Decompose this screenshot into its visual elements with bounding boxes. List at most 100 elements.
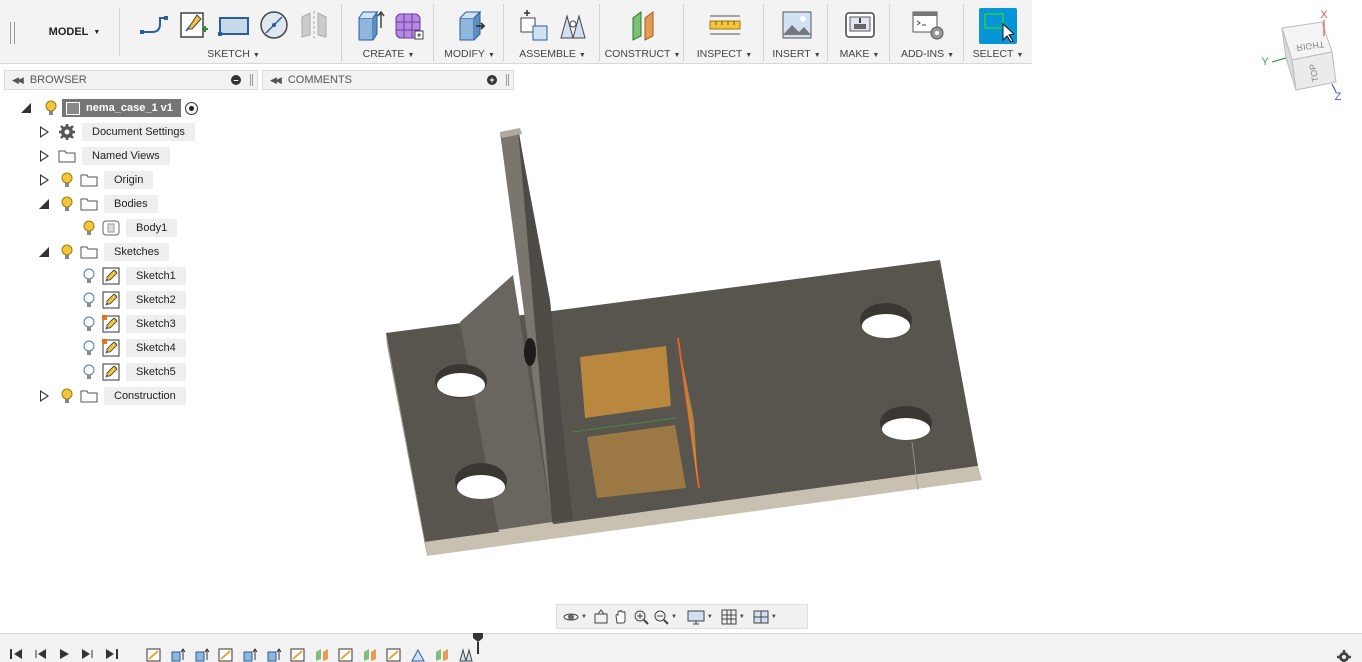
insert-menu[interactable]: INSERT ▼ xyxy=(766,48,827,60)
browser-header[interactable]: ◀◀ BROWSER – xyxy=(4,70,258,90)
construct-menu[interactable]: CONSTRUCT ▼ xyxy=(602,48,683,60)
play-icon[interactable] xyxy=(58,648,70,660)
scripts-icon[interactable] xyxy=(911,8,945,42)
timeline-marker-icon[interactable] xyxy=(472,632,484,654)
grid-icon[interactable]: ▼ xyxy=(721,608,745,626)
orbit-icon[interactable]: ▼ xyxy=(563,608,587,626)
lightbulb-on-icon[interactable] xyxy=(42,99,60,117)
lightbulb-off-icon[interactable] xyxy=(80,363,98,381)
timeline-extrude-icon[interactable] xyxy=(242,648,258,662)
sketch-menu[interactable]: SKETCH ▼ xyxy=(126,48,341,60)
tree-item-document-settings[interactable]: Document Settings xyxy=(38,122,195,142)
sketch-profile-2[interactable] xyxy=(587,425,686,498)
minimize-icon[interactable]: – xyxy=(231,75,241,85)
view-cube[interactable]: RIGHT TOP X Y Z xyxy=(1252,6,1352,106)
make-menu[interactable]: MAKE ▼ xyxy=(830,48,889,60)
line-icon[interactable] xyxy=(137,8,171,42)
timeline-extrude-icon[interactable] xyxy=(266,648,282,662)
sketch-profile-1[interactable] xyxy=(580,346,671,418)
tree-item-origin[interactable]: Origin xyxy=(38,170,154,190)
comments-header[interactable]: ◀◀ COMMENTS + xyxy=(262,70,514,90)
tree-item-bodies[interactable]: Bodies xyxy=(38,194,158,214)
offset-plane-icon[interactable] xyxy=(626,8,660,42)
tree-item-sketch3[interactable]: Sketch3 xyxy=(76,314,186,334)
step-back-icon[interactable] xyxy=(34,648,48,660)
collapse-icon[interactable]: ◀◀ xyxy=(270,75,282,86)
activate-radio[interactable] xyxy=(184,101,198,115)
panel-grip[interactable] xyxy=(250,74,253,86)
timeline-extrude-icon[interactable] xyxy=(194,648,210,662)
rectangle-icon[interactable] xyxy=(217,8,251,42)
lightbulb-off-icon[interactable] xyxy=(80,315,98,333)
workspace-switcher[interactable]: MODEL ▼ xyxy=(30,8,120,56)
timeline-sketch-icon[interactable] xyxy=(290,648,306,662)
pan-icon[interactable] xyxy=(613,608,629,626)
timeline-settings-icon[interactable] xyxy=(1337,650,1351,662)
timeline-plane-icon[interactable] xyxy=(362,648,378,662)
timeline-sketch-icon[interactable] xyxy=(338,648,354,662)
insert-image-icon[interactable] xyxy=(780,8,814,42)
addins-menu[interactable]: ADD-INS ▼ xyxy=(892,48,963,60)
display-settings-icon[interactable]: ▼ xyxy=(687,608,713,626)
tree-item-sketch2[interactable]: Sketch2 xyxy=(76,290,186,310)
measure-icon[interactable] xyxy=(708,8,742,42)
viewports-icon[interactable]: ▼ xyxy=(753,608,777,626)
collapsed-icon[interactable] xyxy=(38,174,50,186)
new-component-icon[interactable] xyxy=(516,8,550,42)
fit-icon[interactable]: ▼ xyxy=(653,608,677,626)
select-menu[interactable]: SELECT ▼ xyxy=(966,48,1030,60)
lightbulb-off-icon[interactable] xyxy=(80,291,98,309)
create-menu[interactable]: CREATE ▼ xyxy=(344,48,433,60)
timeline-sketch-icon[interactable] xyxy=(218,648,234,662)
tree-item-sketch5[interactable]: Sketch5 xyxy=(76,362,186,382)
expanded-icon[interactable] xyxy=(38,246,50,258)
expanded-icon[interactable] xyxy=(20,102,32,114)
panel-grip[interactable] xyxy=(506,74,509,86)
go-to-end-icon[interactable] xyxy=(104,648,118,660)
assemble-menu[interactable]: ASSEMBLE ▼ xyxy=(506,48,599,60)
tree-item-sketches[interactable]: Sketches xyxy=(38,242,170,262)
select-icon[interactable] xyxy=(979,8,1017,44)
tree-item-construction[interactable]: Construction xyxy=(38,386,186,406)
tree-item-sketch4[interactable]: Sketch4 xyxy=(76,338,186,358)
collapsed-icon[interactable] xyxy=(38,126,50,138)
go-to-start-icon[interactable] xyxy=(10,648,24,660)
form-icon[interactable] xyxy=(392,8,426,42)
step-forward-icon[interactable] xyxy=(80,648,94,660)
timeline-sketch-icon[interactable] xyxy=(146,648,162,662)
timeline-plane-icon[interactable] xyxy=(434,648,450,662)
lightbulb-on-icon[interactable] xyxy=(58,243,76,261)
joint-icon[interactable] xyxy=(556,8,590,42)
lightbulb-on-icon[interactable] xyxy=(80,219,98,237)
model-viewport[interactable] xyxy=(370,120,1000,570)
mirror-icon[interactable] xyxy=(297,8,331,42)
tree-root[interactable]: nema_case_1 v1 xyxy=(20,98,198,118)
tree-item-named-views[interactable]: Named Views xyxy=(38,146,170,166)
timeline-extrude-icon[interactable] xyxy=(170,648,186,662)
circle-icon[interactable] xyxy=(257,8,291,42)
modify-menu[interactable]: MODIFY ▼ xyxy=(436,48,503,60)
extrude-icon[interactable] xyxy=(352,8,386,42)
look-at-icon[interactable] xyxy=(593,608,609,626)
inspect-menu[interactable]: INSPECT ▼ xyxy=(686,48,763,60)
expanded-icon[interactable] xyxy=(38,198,50,210)
press-pull-icon[interactable] xyxy=(453,8,487,42)
create-sketch-icon[interactable] xyxy=(177,8,211,42)
lightbulb-off-icon[interactable] xyxy=(80,339,98,357)
timeline-plane-icon[interactable] xyxy=(314,648,330,662)
root-component[interactable]: nema_case_1 v1 xyxy=(62,99,181,117)
collapsed-icon[interactable] xyxy=(38,150,50,162)
collapse-icon[interactable]: ◀◀ xyxy=(12,75,24,86)
lightbulb-off-icon[interactable] xyxy=(80,267,98,285)
lightbulb-on-icon[interactable] xyxy=(58,171,76,189)
toolbar-grip[interactable] xyxy=(10,22,15,44)
lightbulb-on-icon[interactable] xyxy=(58,195,76,213)
add-comment-icon[interactable]: + xyxy=(487,75,497,85)
lightbulb-on-icon[interactable] xyxy=(58,387,76,405)
tree-item-sketch1[interactable]: Sketch1 xyxy=(76,266,186,286)
tree-item-body1[interactable]: Body1 xyxy=(76,218,178,238)
timeline-sketch-icon[interactable] xyxy=(386,648,402,662)
timeline-loft-icon[interactable] xyxy=(410,648,426,662)
zoom-icon[interactable] xyxy=(633,608,649,626)
3d-print-icon[interactable] xyxy=(843,8,877,42)
